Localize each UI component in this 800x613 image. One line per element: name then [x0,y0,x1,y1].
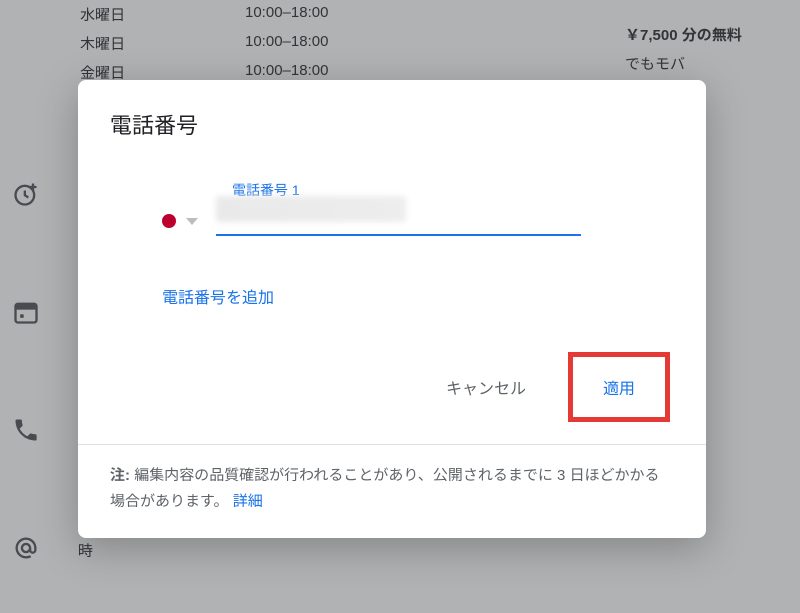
redacted-value [216,196,406,222]
phone-field-row [162,206,674,236]
note-body: 編集内容の品質確認が行われることがあり、公開されるまでに 3 日ほどかかる場合が… [110,467,660,510]
details-link[interactable]: 詳細 [233,493,263,510]
cancel-button[interactable]: キャンセル [432,367,540,407]
apply-button[interactable]: 適用 [589,367,649,407]
phone-number-dialog: 電話番号 電話番号 1 電話番号を追加 キャンセル 適用 注: 編集内容の品質確… [78,80,706,538]
apply-highlight-box: 適用 [568,352,670,422]
note-label: 注: [110,467,130,484]
phone-input-wrapper [216,206,581,236]
chevron-down-icon [186,218,198,225]
dialog-title: 電話番号 [110,108,674,140]
flag-jp-icon [162,214,176,228]
dialog-footer-note: 注: 編集内容の品質確認が行われることがあり、公開されるまでに 3 日ほどかかる… [78,444,706,538]
country-select[interactable] [162,214,198,228]
dialog-actions: キャンセル 適用 [78,352,706,444]
add-phone-link[interactable]: 電話番号を追加 [162,284,274,308]
